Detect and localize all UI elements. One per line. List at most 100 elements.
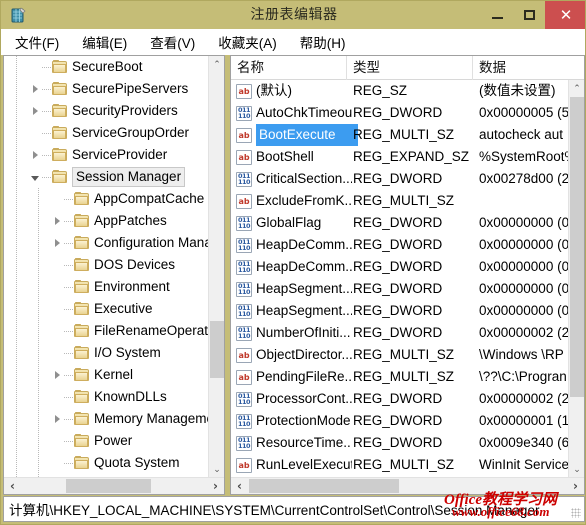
- tree-item-appcompatcache[interactable]: AppCompatCache: [4, 188, 209, 210]
- table-row[interactable]: ab BootShell REG_EXPAND_SZ %SystemRoot%: [231, 146, 569, 168]
- registry-path-text: 计算机\HKEY_LOCAL_MACHINE\SYSTEM\CurrentCon…: [9, 503, 540, 518]
- tree-horizontal-scrollbar[interactable]: ‹ ›: [4, 477, 224, 494]
- table-row[interactable]: 011 110 CriticalSection... REG_DWORD 0x00278…: [231, 168, 569, 190]
- tree-guide-line: [38, 232, 39, 254]
- string-value-icon: ab: [236, 127, 252, 143]
- column-header-name[interactable]: 名称: [231, 56, 347, 80]
- binary-value-icon: 011 110: [236, 105, 252, 121]
- chevron-right-icon[interactable]: [50, 364, 64, 386]
- tree-item-kernel[interactable]: Kernel: [4, 364, 209, 386]
- column-header-data[interactable]: 数据: [473, 56, 584, 80]
- close-button[interactable]: ✕: [545, 1, 585, 29]
- chevron-right-icon[interactable]: [28, 100, 42, 122]
- chevron-right-glyph: [54, 371, 60, 379]
- folder-icon: [74, 346, 90, 360]
- chevron-right-glyph: [54, 239, 60, 247]
- table-row[interactable]: 011 110 ProtectionMode REG_DWORD 0x00000001 …: [231, 410, 569, 432]
- tree-item-dos-devices[interactable]: DOS Devices: [4, 254, 209, 276]
- tree-indent: [4, 188, 50, 210]
- table-row[interactable]: ab PendingFileRe... REG_MULTI_SZ \??\C:\Pro…: [231, 366, 569, 388]
- tree-item-apppatches[interactable]: AppPatches: [4, 210, 209, 232]
- tree-item-knowndlls[interactable]: KnownDLLs: [4, 386, 209, 408]
- value-type-cell: REG_DWORD: [353, 105, 443, 120]
- tree-item-securepipeservers[interactable]: SecurePipeServers: [4, 78, 209, 100]
- string-value-icon: ab: [236, 149, 252, 165]
- list-scroll-up-icon[interactable]: ⌃: [569, 80, 584, 97]
- minimize-button[interactable]: [481, 1, 513, 29]
- tree-guide-line: [16, 342, 17, 364]
- tree-vertical-scrollbar[interactable]: ⌃ ⌄: [208, 56, 224, 478]
- chevron-right-icon[interactable]: [50, 232, 64, 254]
- title-bar: 注册表编辑器 ✕: [1, 1, 585, 29]
- list-hscrollbar-thumb[interactable]: [249, 479, 399, 493]
- table-row[interactable]: ab ObjectDirector... REG_MULTI_SZ \Windows …: [231, 344, 569, 366]
- folder-icon: [52, 126, 68, 140]
- value-type-cell: REG_DWORD: [353, 391, 443, 406]
- tree-indent: [4, 452, 50, 474]
- tree-scroll-down-icon[interactable]: ⌄: [209, 461, 224, 478]
- table-row[interactable]: 011 110 HeapDeComm... REG_DWORD 0x00000000 (…: [231, 256, 569, 278]
- tree-item-quota-system[interactable]: Quota System: [4, 452, 209, 474]
- tree-item-power[interactable]: Power: [4, 430, 209, 452]
- tree-scroll-up-icon[interactable]: ⌃: [209, 56, 224, 73]
- tree-scrollbar-thumb[interactable]: [210, 321, 224, 378]
- registry-tree-pane[interactable]: SecureBoot SecurePipeServers SecurityProvi…: [3, 55, 225, 495]
- list-scroll-down-icon[interactable]: ⌄: [569, 461, 584, 478]
- table-row[interactable]: 011 110 AutoChkTimeout REG_DWORD 0x00000005 …: [231, 102, 569, 124]
- tree-item-configuration-manag[interactable]: Configuration Manag: [4, 232, 209, 254]
- table-row[interactable]: ab (默认) REG_SZ (数值未设置): [231, 80, 569, 102]
- menu-file[interactable]: 文件(F): [6, 30, 68, 54]
- value-type-cell: REG_DWORD: [353, 237, 443, 252]
- list-scroll-left-icon[interactable]: ‹: [231, 478, 248, 494]
- registry-values-pane[interactable]: 名称 类型 数据 ab (默认) REG_SZ (数值未设置) 011 110 AutoCh…: [230, 55, 585, 495]
- list-vertical-scrollbar[interactable]: ⌃ ⌄: [568, 80, 584, 478]
- menu-help[interactable]: 帮助(H): [291, 30, 355, 54]
- table-row[interactable]: ab BootExecute REG_MULTI_SZ autocheck aut: [231, 124, 569, 146]
- tree-item-secureboot[interactable]: SecureBoot: [4, 56, 209, 78]
- string-value-icon: ab: [236, 369, 252, 385]
- table-row[interactable]: 011 110 HeapDeComm... REG_DWORD 0x00000000 (…: [231, 234, 569, 256]
- tree-item-environment[interactable]: Environment: [4, 276, 209, 298]
- menu-edit[interactable]: 编辑(E): [73, 30, 136, 54]
- table-row[interactable]: ab ExcludeFromK... REG_MULTI_SZ: [231, 190, 569, 212]
- value-name-cell: CriticalSection...: [256, 171, 352, 186]
- tree-connector-line: [64, 408, 74, 430]
- tree-item-serviceprovider[interactable]: ServiceProvider: [4, 144, 209, 166]
- tree-item-executive[interactable]: Executive: [4, 298, 209, 320]
- list-horizontal-scrollbar[interactable]: ‹ ›: [231, 477, 584, 494]
- tree-item-filerenameoperatio[interactable]: FileRenameOperatio: [4, 320, 209, 342]
- tree-connector-line: [64, 276, 74, 298]
- list-scroll-right-icon[interactable]: ›: [567, 478, 584, 494]
- chevron-right-icon[interactable]: [50, 210, 64, 232]
- tree-guide-line: [16, 78, 17, 100]
- tree-hscrollbar-thumb[interactable]: [66, 479, 151, 493]
- menu-view[interactable]: 查看(V): [141, 30, 204, 54]
- tree-item-memory-manageme[interactable]: Memory Manageme: [4, 408, 209, 430]
- chevron-right-icon[interactable]: [50, 408, 64, 430]
- table-row[interactable]: 011 110 ProcessorCont... REG_DWORD 0x0000000…: [231, 388, 569, 410]
- table-row[interactable]: 011 110 HeapSegment... REG_DWORD 0x00000000 …: [231, 278, 569, 300]
- chevron-down-icon[interactable]: [28, 166, 42, 188]
- tree-scroll-right-icon[interactable]: ›: [207, 478, 224, 494]
- tree-scroll-left-icon[interactable]: ‹: [4, 478, 21, 494]
- table-row[interactable]: 011 110 GlobalFlag REG_DWORD 0x00000000 (0: [231, 212, 569, 234]
- list-scrollbar-thumb[interactable]: [570, 97, 584, 397]
- tree-indent: [4, 56, 28, 78]
- chevron-right-icon[interactable]: [28, 144, 42, 166]
- tree-item-servicegrouporder[interactable]: ServiceGroupOrder: [4, 122, 209, 144]
- tree-item-label: Power: [94, 433, 133, 448]
- table-row[interactable]: 011 110 HeapSegment... REG_DWORD 0x00000000 …: [231, 300, 569, 322]
- table-row[interactable]: ab RunLevelExecute REG_MULTI_SZ WinInit Ser…: [231, 454, 569, 476]
- close-icon: ✕: [559, 5, 573, 24]
- value-type-cell: REG_DWORD: [353, 413, 443, 428]
- column-header-type[interactable]: 类型: [347, 56, 473, 80]
- chevron-right-icon[interactable]: [28, 78, 42, 100]
- maximize-button[interactable]: [513, 1, 545, 29]
- menu-favorites[interactable]: 收藏夹(A): [209, 30, 286, 54]
- table-row[interactable]: 011 110 ResourceTime... REG_DWORD 0x0009e340…: [231, 432, 569, 454]
- tree-item-i-o-system[interactable]: I/O System: [4, 342, 209, 364]
- tree-item-securityproviders[interactable]: SecurityProviders: [4, 100, 209, 122]
- resize-grip[interactable]: [571, 508, 581, 518]
- tree-item-session-manager[interactable]: Session Manager: [4, 166, 209, 188]
- table-row[interactable]: 011 110 NumberOfIniti... REG_DWORD 0x0000000…: [231, 322, 569, 344]
